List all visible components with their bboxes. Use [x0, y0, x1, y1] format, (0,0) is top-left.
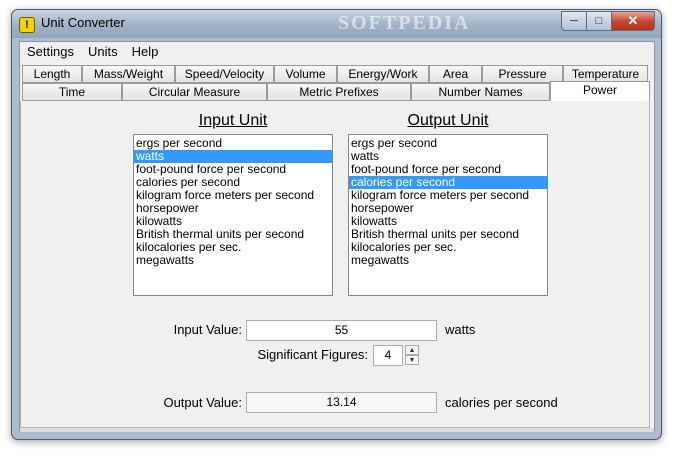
tab-length[interactable]: Length — [22, 65, 82, 83]
stepper-down-icon[interactable]: ▼ — [405, 355, 419, 365]
tab-panel-power — [20, 101, 650, 428]
menu-bar: Settings Units Help — [20, 42, 654, 62]
tab-power[interactable]: Power — [550, 81, 650, 101]
window-title: Unit Converter — [41, 15, 125, 30]
tab-number-names[interactable]: Number Names — [411, 83, 550, 101]
stepper-up-icon[interactable]: ▲ — [405, 345, 419, 355]
input-value-field[interactable]: 55 — [246, 320, 437, 341]
close-button[interactable]: ✕ — [611, 11, 655, 31]
app-icon[interactable]: ! — [19, 17, 35, 33]
significant-figures-input[interactable]: 4 — [373, 345, 403, 366]
output-unit-heading: Output Unit — [407, 112, 489, 129]
menu-settings[interactable]: Settings — [20, 42, 81, 62]
tab-metric-prefixes[interactable]: Metric Prefixes — [267, 83, 411, 101]
input-unit-list[interactable]: ergs per second watts foot-pound force p… — [133, 134, 333, 296]
output-unit-suffix: calories per second — [445, 395, 558, 410]
tab-area[interactable]: Area — [429, 65, 482, 83]
significant-figures-label: Significant Figures: — [257, 347, 368, 362]
output-value-label: Output Value: — [163, 395, 242, 410]
tab-speed-velocity[interactable]: Speed/Velocity — [175, 65, 274, 83]
list-item[interactable]: megawatts — [134, 254, 332, 267]
tab-circular-measure[interactable]: Circular Measure — [122, 83, 267, 101]
minimize-button[interactable]: ─ — [561, 11, 587, 31]
input-unit-suffix: watts — [445, 322, 476, 337]
list-item[interactable]: megawatts — [349, 254, 547, 267]
tab-volume[interactable]: Volume — [274, 65, 337, 83]
menu-help[interactable]: Help — [125, 42, 166, 62]
tab-mass-weight[interactable]: Mass/Weight — [82, 65, 175, 83]
watermark: SOFTPEDIA — [338, 12, 471, 34]
input-value-label: Input Value: — [173, 322, 242, 337]
output-unit-list[interactable]: ergs per second watts foot-pound force p… — [348, 134, 548, 296]
bottom-strip — [20, 428, 654, 432]
tab-energy-work[interactable]: Energy/Work — [337, 65, 429, 83]
maximize-button[interactable]: □ — [586, 11, 612, 31]
menu-units[interactable]: Units — [81, 42, 125, 62]
input-unit-heading: Input Unit — [198, 112, 268, 129]
tab-time[interactable]: Time — [22, 83, 122, 101]
output-value-field: 13.14 — [246, 392, 437, 413]
